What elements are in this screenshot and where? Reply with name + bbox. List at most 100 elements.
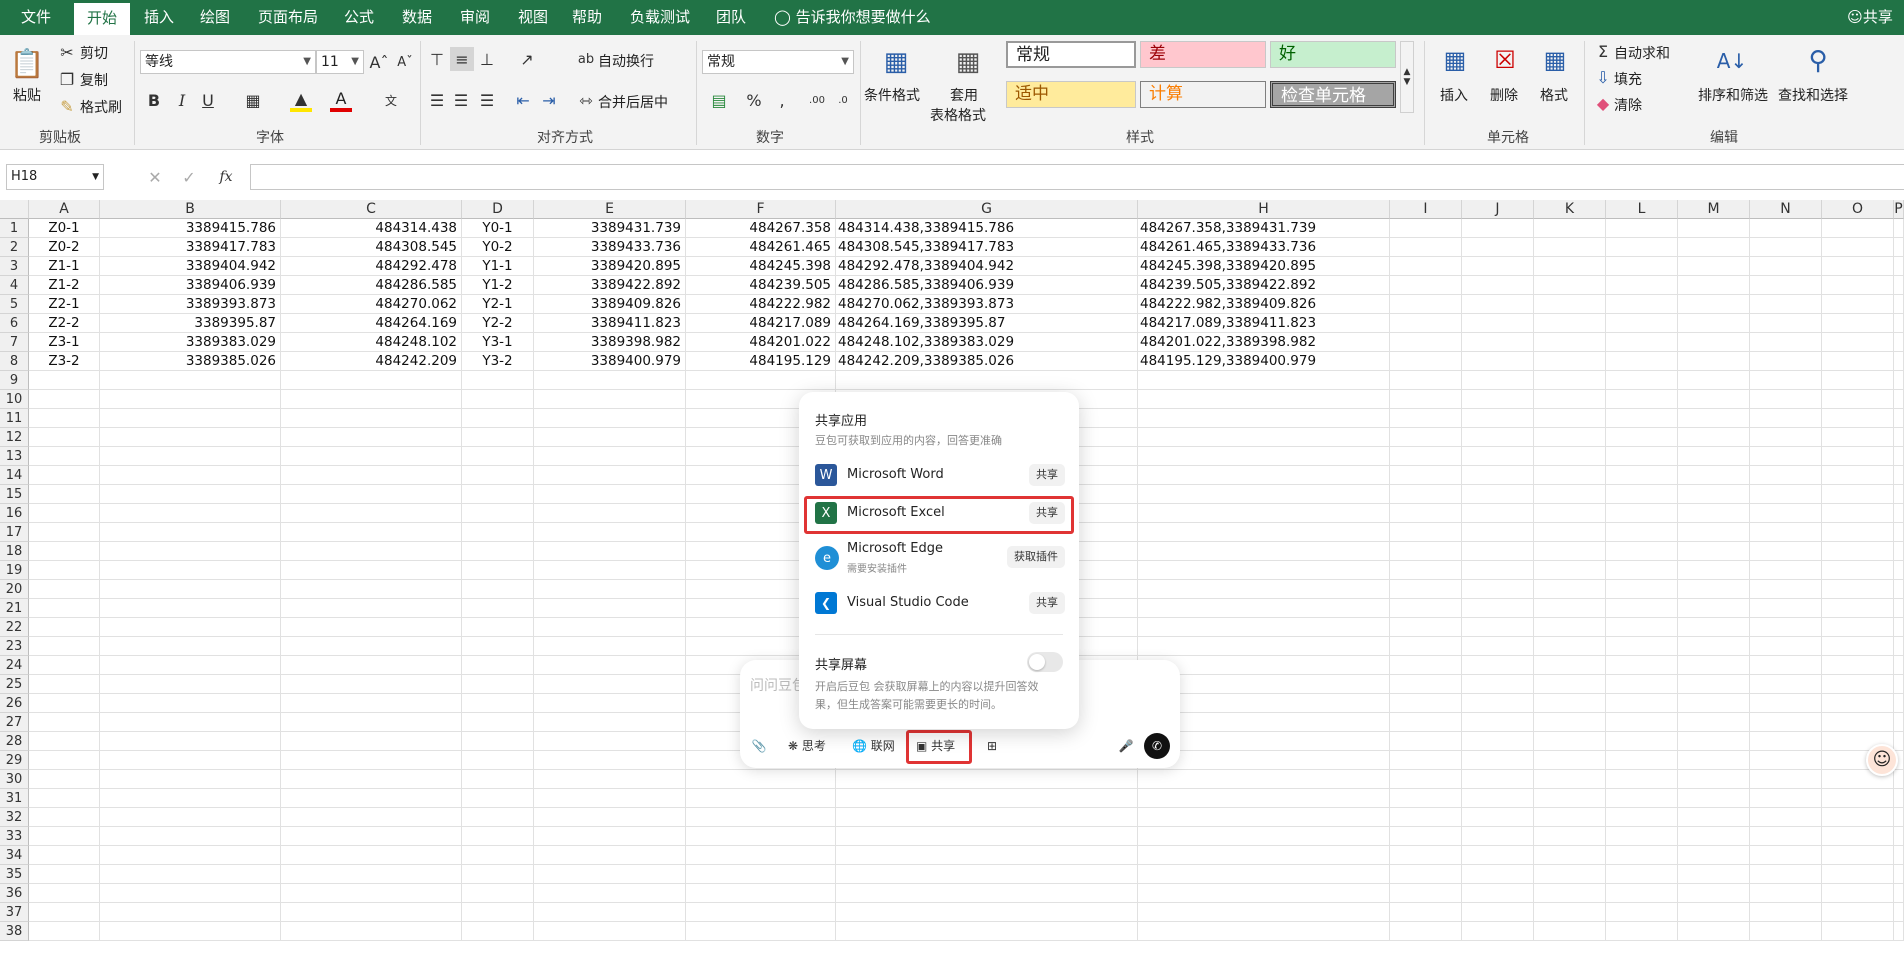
cell-H6[interactable]: 484217.089,3389411.823: [1138, 314, 1389, 333]
column-header-N[interactable]: N: [1750, 200, 1822, 219]
cell-D7[interactable]: Y3-1: [462, 333, 533, 352]
decrease-indent-icon[interactable]: ⇤: [512, 88, 534, 112]
comma-button[interactable]: ,: [772, 88, 792, 112]
row-header[interactable]: 19: [0, 561, 29, 580]
insert-function-button[interactable]: fx: [214, 166, 238, 188]
cell-D5[interactable]: Y2-1: [462, 295, 533, 314]
column-header-E[interactable]: E: [534, 200, 686, 219]
column-header-F[interactable]: F: [686, 200, 836, 219]
cell-A6[interactable]: Z2-2: [29, 314, 99, 333]
merge-center-button[interactable]: 合并后居中: [598, 92, 668, 112]
cell-F1[interactable]: 484267.358: [686, 219, 835, 238]
row-header[interactable]: 3: [0, 257, 29, 276]
cell-G3[interactable]: 484292.478,3389404.942: [836, 257, 1137, 276]
menu-view[interactable]: 视图: [512, 0, 554, 35]
insert-cells-button[interactable]: 插入: [1440, 85, 1468, 105]
think-chip[interactable]: ❋ 思考: [782, 733, 832, 759]
cell-C3[interactable]: 484292.478: [281, 257, 461, 276]
wrap-text-button[interactable]: 自动换行: [598, 51, 654, 71]
app-row-word[interactable]: W Microsoft Word 共享: [805, 456, 1073, 494]
row-header[interactable]: 8: [0, 352, 29, 371]
cell-G6[interactable]: 484264.169,3389395.87: [836, 314, 1137, 333]
cell-A1[interactable]: Z0-1: [29, 219, 99, 238]
decrease-decimal-icon[interactable]: .0: [832, 88, 854, 112]
cell-E6[interactable]: 3389411.823: [534, 314, 685, 333]
menu-review[interactable]: 审阅: [454, 0, 496, 35]
phonetic-icon[interactable]: 文: [380, 88, 402, 112]
menu-team[interactable]: 团队: [710, 0, 752, 35]
cell-A3[interactable]: Z1-1: [29, 257, 99, 276]
align-center-icon[interactable]: ☰: [450, 88, 472, 112]
cell-B5[interactable]: 3389393.873: [100, 295, 280, 314]
cell-B6[interactable]: 3389395.87: [100, 314, 280, 333]
row-header[interactable]: 2: [0, 238, 29, 257]
cell-H3[interactable]: 484245.398,3389420.895: [1138, 257, 1389, 276]
column-header-B[interactable]: B: [100, 200, 281, 219]
cell-B4[interactable]: 3389406.939: [100, 276, 280, 295]
menu-page-layout[interactable]: 页面布局: [252, 0, 324, 35]
cell-F4[interactable]: 484239.505: [686, 276, 835, 295]
cell-E8[interactable]: 3389400.979: [534, 352, 685, 371]
cell-H2[interactable]: 484261.465,3389433.736: [1138, 238, 1389, 257]
cell-F3[interactable]: 484245.398: [686, 257, 835, 276]
column-header-P[interactable]: P: [1894, 200, 1904, 219]
name-box[interactable]: H18 ▼: [6, 164, 104, 190]
cell-B7[interactable]: 3389383.029: [100, 333, 280, 352]
row-header[interactable]: 37: [0, 903, 29, 922]
delete-cells-button[interactable]: 删除: [1490, 85, 1518, 105]
font-size-combo[interactable]: 11 ▼: [316, 50, 364, 74]
cell-C8[interactable]: 484242.209: [281, 352, 461, 371]
tell-me-search[interactable]: ◯ 告诉我你想要做什么: [774, 0, 944, 35]
autosum-button[interactable]: 自动求和: [1614, 43, 1670, 63]
cell-A4[interactable]: Z1-2: [29, 276, 99, 295]
increase-indent-icon[interactable]: ⇥: [538, 88, 560, 112]
copy-button[interactable]: 复制: [80, 70, 108, 90]
cell-G4[interactable]: 484286.585,3389406.939: [836, 276, 1137, 295]
cell-G5[interactable]: 484270.062,3389393.873: [836, 295, 1137, 314]
cell-A8[interactable]: Z3-2: [29, 352, 99, 371]
row-header[interactable]: 33: [0, 827, 29, 846]
cell-B3[interactable]: 3389404.942: [100, 257, 280, 276]
cell-H4[interactable]: 484239.505,3389422.892: [1138, 276, 1389, 295]
column-header-D[interactable]: D: [462, 200, 534, 219]
formula-input[interactable]: [250, 164, 1904, 190]
underline-button[interactable]: U: [198, 88, 218, 112]
align-right-icon[interactable]: ☰: [476, 88, 498, 112]
style-check-cell[interactable]: 检查单元格: [1270, 81, 1396, 108]
row-header[interactable]: 28: [0, 732, 29, 751]
cell-F8[interactable]: 484195.129: [686, 352, 835, 371]
row-header[interactable]: 5: [0, 295, 29, 314]
menu-help[interactable]: 帮助: [566, 0, 608, 35]
cell-C5[interactable]: 484270.062: [281, 295, 461, 314]
row-header[interactable]: 17: [0, 523, 29, 542]
style-calculation[interactable]: 计算: [1140, 81, 1266, 108]
fill-color-icon[interactable]: ▲: [290, 88, 312, 112]
cell-B2[interactable]: 3389417.783: [100, 238, 280, 257]
row-header[interactable]: 6: [0, 314, 29, 333]
bold-button[interactable]: B: [144, 88, 164, 112]
column-header-L[interactable]: L: [1606, 200, 1678, 219]
menu-formulas[interactable]: 公式: [338, 0, 380, 35]
row-header[interactable]: 25: [0, 675, 29, 694]
column-header-O[interactable]: O: [1822, 200, 1894, 219]
row-header[interactable]: 38: [0, 922, 29, 941]
cell-D1[interactable]: Y0-1: [462, 219, 533, 238]
app-row-edge[interactable]: e Microsoft Edge 需要安装插件 获取插件: [805, 536, 1073, 580]
column-header-G[interactable]: G: [836, 200, 1138, 219]
style-normal[interactable]: 常规: [1006, 41, 1136, 68]
column-header-C[interactable]: C: [281, 200, 462, 219]
cell-F6[interactable]: 484217.089: [686, 314, 835, 333]
get-plugin-button[interactable]: 获取插件: [1007, 546, 1065, 568]
cell-H5[interactable]: 484222.982,3389409.826: [1138, 295, 1389, 314]
paste-button[interactable]: 粘贴: [13, 85, 41, 105]
row-header[interactable]: 32: [0, 808, 29, 827]
attach-icon[interactable]: 📎: [746, 733, 772, 759]
row-header[interactable]: 24: [0, 656, 29, 675]
italic-button[interactable]: I: [172, 88, 192, 112]
cell-A5[interactable]: Z2-1: [29, 295, 99, 314]
row-header[interactable]: 34: [0, 846, 29, 865]
cell-H7[interactable]: 484201.022,3389398.982: [1138, 333, 1389, 352]
share-word-button[interactable]: 共享: [1029, 464, 1065, 486]
menu-data[interactable]: 数据: [396, 0, 438, 35]
font-color-icon[interactable]: A: [330, 88, 352, 112]
